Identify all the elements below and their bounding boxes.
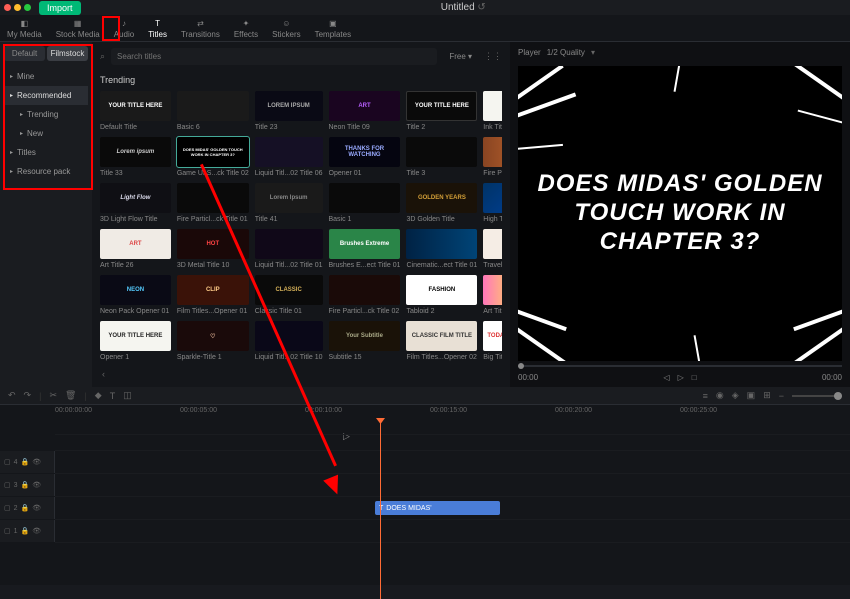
title-tile[interactable]: Light Flow3D Light Flow Title [100, 183, 171, 223]
sidebar-item-recommended[interactable]: Recommended [4, 86, 88, 105]
main-toolbar: ◧My Media▦Stock Media♪AudioTTitles⇄Trans… [0, 15, 850, 42]
crop-icon[interactable]: ◫ [123, 390, 132, 401]
title-tile[interactable]: WelcomeTravel Chic - Title 2 [483, 229, 502, 269]
title-tile[interactable]: DOES MIDAS' GOLDEN TOUCH WORK IN CHAPTER… [177, 137, 249, 177]
text-tool-icon[interactable]: T [110, 391, 116, 401]
import-button[interactable]: Import [39, 1, 81, 15]
track-row[interactable]: ▢4🔒👁 [55, 451, 850, 474]
timeline: ↶ ↷ | ✂ 🗑 | ◆ T ◫ ≡ ◉ ◈ ▣ ⊞ − 00:00:00:0… [0, 387, 850, 585]
track-row[interactable]: ▢2🔒👁TDOES MIDAS' [55, 497, 850, 520]
sidebar-item-trending[interactable]: Trending [4, 105, 88, 124]
title-tile[interactable]: YOUR TITLE HEREOpener 1 [100, 321, 171, 361]
zoom-out-icon[interactable]: − [779, 391, 784, 401]
marker-icon[interactable]: ◆ [95, 390, 102, 401]
title-tile[interactable]: Liquid Titl...02 Title 10 [255, 321, 323, 361]
project-title: Untitled ↺ [81, 2, 846, 13]
title-tile[interactable]: Title 3 [406, 137, 477, 177]
sidebar-tab-default[interactable]: Default [4, 46, 45, 61]
sidebar-item-titles[interactable]: Titles [4, 143, 88, 162]
tab-templates[interactable]: ▣Templates [308, 15, 358, 41]
play-button[interactable]: ▷ [678, 373, 684, 382]
title-tile[interactable]: Brushes ExtremeBrushes E...ect Title 01 [329, 229, 401, 269]
free-filter-dropdown[interactable]: Free ▾ [443, 50, 478, 63]
delete-icon[interactable]: 🗑 [65, 390, 76, 401]
sidebar-item-resource-pack[interactable]: Resource pack [4, 162, 88, 181]
stop-button[interactable]: □ [692, 373, 697, 382]
preview-title-text: DOES MIDAS' GOLDEN TOUCH WORK IN CHAPTER… [518, 170, 842, 256]
title-tile[interactable]: ARTArt Title 26 [100, 229, 171, 269]
undo-icon[interactable]: ↶ [8, 390, 16, 401]
tab-titles[interactable]: TTitles [141, 15, 174, 41]
title-tile[interactable]: NEONNeon Pack Opener 01 [100, 275, 171, 315]
tool2-icon[interactable]: ◈ [732, 390, 739, 401]
time-right: 00:00 [822, 373, 842, 382]
sidebar-item-new[interactable]: New [4, 124, 88, 143]
redo-icon[interactable]: ↷ [24, 390, 32, 401]
track-row[interactable]: ▢1🔒👁 [55, 520, 850, 543]
window-controls[interactable] [4, 4, 31, 11]
player-label: Player [518, 48, 541, 57]
tab-my-media[interactable]: ◧My Media [0, 15, 49, 41]
title-tile[interactable]: INK TITLEInk Title [483, 91, 502, 131]
title-tile[interactable]: Lorem IpsumTitle 41 [255, 183, 323, 223]
mixer-icon[interactable]: ≡ [703, 391, 708, 401]
track-row[interactable]: ▢3🔒👁 [55, 474, 850, 497]
title-tile[interactable]: GOLDEN YEARS3D Golden Title [406, 183, 477, 223]
title-tile[interactable]: Fire Particl...ck Title 11 [483, 137, 502, 177]
titles-panel: ⌕ Free ▾ ⋮⋮ Trending YOUR TITLE HEREDefa… [92, 42, 510, 387]
preview-panel: Player 1/2 Quality ▾ DOES MIDAS' GOLDEN … [510, 42, 850, 387]
tab-effects[interactable]: ✦Effects [227, 15, 265, 41]
title-tile[interactable]: YOUR TITLE HERETitle 2 [406, 91, 477, 131]
title-tile[interactable]: CLIPFilm Titles...Opener 01 [177, 275, 249, 315]
sidebar-item-mine[interactable]: Mine [4, 67, 88, 86]
title-tile[interactable]: Basic 6 [177, 91, 249, 131]
title-tile[interactable]: CLASSIC FILM TITLEFilm Titles...Opener 0… [406, 321, 477, 361]
preview-canvas[interactable]: DOES MIDAS' GOLDEN TOUCH WORK IN CHAPTER… [518, 66, 842, 361]
time-left: 00:00 [518, 373, 538, 382]
title-tile[interactable]: FASHIONTabloid 2 [406, 275, 477, 315]
tab-stock-media[interactable]: ▦Stock Media [49, 15, 107, 41]
title-tile[interactable]: Liquid Titl...02 Title 01 [255, 229, 323, 269]
title-tile[interactable]: ARTArt Title 11 [483, 275, 502, 315]
tool3-icon[interactable]: ▣ [747, 390, 756, 401]
title-tile[interactable]: TODAY'S HEADLINESBig Titles...ck Title 0… [483, 321, 502, 361]
playhead[interactable] [380, 419, 381, 599]
sidebar-tab-filmstock[interactable]: Filmstock [47, 46, 88, 61]
tab-audio[interactable]: ♪Audio [107, 15, 141, 41]
tab-stickers[interactable]: ☺Stickers [265, 15, 307, 41]
title-tile[interactable]: ARTNeon Title 09 [329, 91, 401, 131]
tool4-icon[interactable]: ⊞ [763, 390, 771, 401]
search-input[interactable] [111, 48, 437, 65]
timeline-clip[interactable]: TDOES MIDAS' [375, 501, 500, 515]
tool1-icon[interactable]: ◉ [716, 390, 724, 401]
tab-transitions[interactable]: ⇄Transitions [174, 15, 227, 41]
prev-frame-button[interactable]: ◁ [663, 373, 669, 382]
title-tile[interactable]: Lorem ipsumTitle 33 [100, 137, 171, 177]
sidebar: DefaultFilmstock MineRecommendedTrending… [0, 42, 92, 387]
title-tile[interactable]: Your SubtitleSubtitle 15 [329, 321, 401, 361]
title-tile[interactable]: Cinematic...ect Title 01 [406, 229, 477, 269]
title-tile[interactable]: YOUR TITLE HEREDefault Title [100, 91, 171, 131]
title-tile[interactable]: Fire Particl...ck Title 02 [329, 275, 401, 315]
title-tile[interactable]: ♡Sparkle-Title 1 [177, 321, 249, 361]
timeline-ruler[interactable]: 00:00:00:0000:00:05:0000:00:10:0000:00:1… [0, 405, 850, 419]
section-heading: Trending [100, 75, 502, 85]
quality-dropdown[interactable]: 1/2 Quality [547, 48, 585, 57]
cut-icon[interactable]: ✂ [49, 390, 57, 401]
title-tile[interactable]: Liquid Titl...02 Title 06 [255, 137, 323, 177]
title-tile[interactable]: THANKS FOR WATCHINGOpener 01 [329, 137, 401, 177]
title-tile[interactable]: High Tech...Opener 03 [483, 183, 502, 223]
grid-options-icon[interactable]: ⋮⋮ [484, 51, 502, 62]
zoom-slider[interactable] [792, 395, 842, 397]
search-icon: ⌕ [100, 51, 105, 62]
title-tile[interactable]: Basic 1 [329, 183, 401, 223]
title-tile[interactable]: LOREM IPSUMTitle 23 [255, 91, 323, 131]
